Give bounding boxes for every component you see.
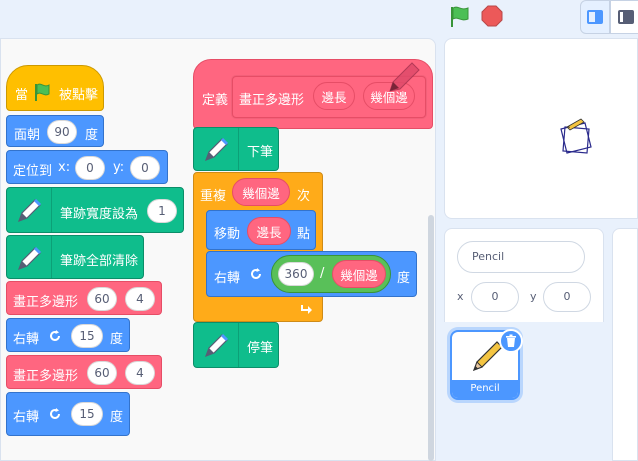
point-in-direction-block[interactable]: 面朝 90 度 <box>6 115 104 147</box>
top-bar <box>0 0 638 36</box>
block-label: 右轉 <box>13 410 40 425</box>
unit-label: 度 <box>110 410 124 425</box>
draw-polygon-call-block[interactable]: 畫正多邊形 60 4 <box>6 355 162 389</box>
unit-label: 度 <box>85 128 99 143</box>
param-side-length[interactable]: 邊長 <box>313 82 355 110</box>
divide-sign: / <box>320 266 325 281</box>
unit-label: 度 <box>110 332 124 347</box>
numerator-input[interactable]: 360 <box>278 262 314 286</box>
sides-input[interactable]: 4 <box>125 287 155 311</box>
divide-operator-block[interactable]: 360 / 幾個邊 <box>271 255 391 293</box>
small-stage-layout-button[interactable] <box>580 0 610 34</box>
divider <box>238 128 239 170</box>
large-stage-layout-button[interactable] <box>610 0 638 34</box>
block-label: 面朝 <box>14 128 41 143</box>
trash-icon <box>506 334 516 347</box>
block-label: 定義 <box>202 93 229 108</box>
y-input[interactable]: 0 <box>543 282 591 312</box>
rotate-right-icon <box>50 330 60 341</box>
pen-icon <box>17 198 42 223</box>
divider <box>51 236 52 278</box>
script-area[interactable]: 當 被點擊 面朝 90 度 定位到 x: 0 y: 0 筆跡寬度設為 1 筆跡全… <box>0 38 436 461</box>
block-label: 右轉 <box>13 332 40 347</box>
when-flag-suffix: 被點擊 <box>59 88 99 103</box>
pen-icon <box>204 137 229 162</box>
green-flag-icon[interactable] <box>449 5 471 29</box>
denominator-reporter[interactable]: 幾個邊 <box>332 260 386 288</box>
repeat-times-reporter[interactable]: 幾個邊 <box>232 178 290 206</box>
procedure-name: 畫正多邊形 <box>239 93 305 108</box>
pen-clear-block[interactable]: 筆跡全部清除 <box>6 235 144 279</box>
sprite-thumb-label: Pencil <box>452 380 518 398</box>
degrees-input[interactable]: 15 <box>71 402 103 426</box>
pen-size-input[interactable]: 1 <box>147 199 177 223</box>
pen-down-block[interactable]: 下筆 <box>193 127 279 171</box>
sprite-name-input[interactable]: Pencil <box>457 241 585 273</box>
green-flag-icon <box>35 83 50 101</box>
side-length-input[interactable]: 60 <box>87 287 117 311</box>
block-label: 停筆 <box>247 341 274 356</box>
block-suffix: 次 <box>297 189 311 204</box>
move-steps-block[interactable]: 移動 邊長 點 <box>206 210 316 250</box>
drawn-squares <box>560 118 592 154</box>
pen-icon <box>17 246 42 271</box>
block-label: 筆跡全部清除 <box>60 254 139 269</box>
turn-right-block[interactable]: 右轉 15 度 <box>6 318 130 352</box>
divider <box>51 188 52 232</box>
delete-sprite-button[interactable] <box>499 329 523 353</box>
side-length-input[interactable]: 60 <box>87 361 117 385</box>
unit-label: 度 <box>397 271 411 286</box>
rotate-right-icon <box>50 408 60 419</box>
direction-input[interactable]: 90 <box>47 120 77 144</box>
sides-input[interactable]: 4 <box>125 361 155 385</box>
degrees-input[interactable]: 15 <box>71 324 103 348</box>
go-to-xy-block[interactable]: 定位到 x: 0 y: 0 <box>6 150 168 184</box>
pen-icon <box>204 333 229 358</box>
block-label: 重複 <box>200 189 227 204</box>
pencil-icon <box>389 62 420 92</box>
pen-up-block[interactable]: 停筆 <box>193 322 279 368</box>
turn-right-block[interactable]: 右轉 15 度 <box>6 392 130 436</box>
when-flag-clicked-block[interactable]: 當 被點擊 <box>6 65 104 111</box>
stage-selector-pane[interactable] <box>612 228 638 461</box>
x-label: x: <box>58 160 71 175</box>
block-label: 畫正多邊形 <box>13 369 79 384</box>
block-label: 畫正多邊形 <box>13 295 79 310</box>
block-label: 定位到 <box>13 164 53 179</box>
draw-polygon-call-block[interactable]: 畫正多邊形 60 4 <box>6 281 162 315</box>
divider <box>238 323 239 367</box>
when-flag-prefix: 當 <box>15 88 29 103</box>
block-label: 移動 <box>214 227 241 242</box>
x-label: x <box>457 290 464 303</box>
loop-arrow-icon <box>301 305 312 314</box>
steps-reporter[interactable]: 邊長 <box>247 217 291 245</box>
block-label: 下筆 <box>247 145 274 160</box>
block-label: 右轉 <box>214 271 241 286</box>
rotate-right-icon <box>251 268 261 279</box>
stage[interactable] <box>444 38 638 219</box>
set-pen-size-block[interactable]: 筆跡寬度設為 1 <box>6 187 184 233</box>
y-input[interactable]: 0 <box>130 156 160 180</box>
x-input[interactable]: 0 <box>471 282 519 312</box>
x-input[interactable]: 0 <box>75 156 105 180</box>
stop-icon[interactable] <box>481 5 503 27</box>
y-label: y <box>530 290 537 303</box>
turn-right-block[interactable]: 右轉 360 / 幾個邊 度 <box>206 251 417 297</box>
block-label: 筆跡寬度設為 <box>60 207 139 222</box>
y-label: y: <box>113 160 125 175</box>
script-area-scrollbar[interactable] <box>428 215 434 461</box>
block-suffix: 點 <box>297 227 311 242</box>
